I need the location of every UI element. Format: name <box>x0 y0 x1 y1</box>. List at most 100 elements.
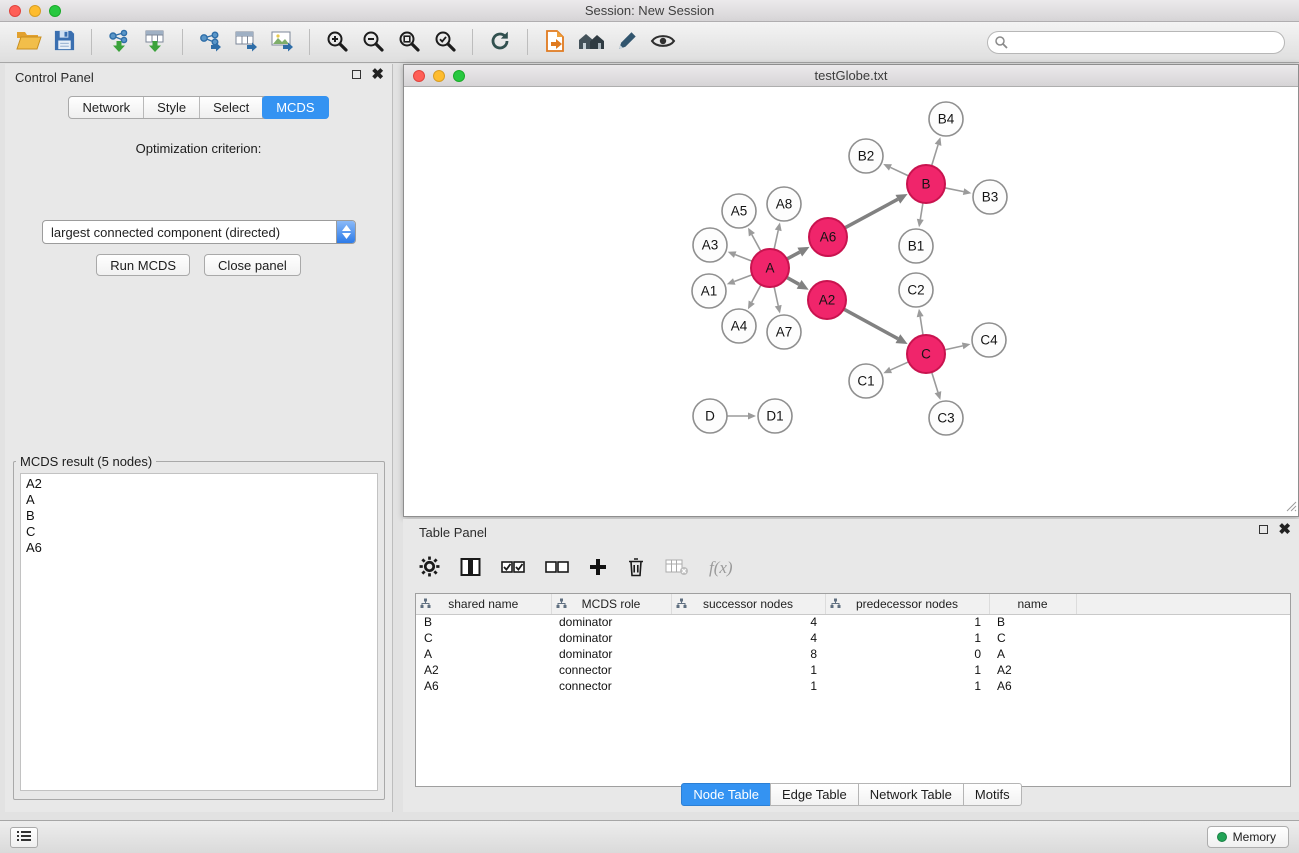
cell-mcds-role[interactable]: connector <box>551 678 671 694</box>
mcds-result-list[interactable]: A2 A B C A6 <box>20 473 378 791</box>
graph-node-D1[interactable]: D1 <box>758 399 792 433</box>
graph-edge-B-B1[interactable] <box>920 203 923 220</box>
table-row[interactable]: B dominator 4 1 B <box>416 614 1290 630</box>
graph-edge-A-A8[interactable] <box>774 230 778 249</box>
cell-predecessor-nodes[interactable]: 1 <box>825 678 989 694</box>
cell-name[interactable]: B <box>989 614 1076 630</box>
graph-node-C2[interactable]: C2 <box>899 273 933 307</box>
cell-shared-name[interactable]: A2 <box>416 662 551 678</box>
cell-name[interactable]: A2 <box>989 662 1076 678</box>
zoom-out-button[interactable] <box>355 26 391 58</box>
open-session-button[interactable] <box>10 26 46 58</box>
task-history-button[interactable] <box>10 827 38 848</box>
tab-network-table[interactable]: Network Table <box>858 783 964 806</box>
network-canvas[interactable]: B4B2BB3A5A8A6B1A3AC2A1A2A4A7C4CC1C3DD1 <box>404 87 1298 516</box>
cell-mcds-role[interactable]: connector <box>551 662 671 678</box>
show-columns-button[interactable] <box>460 557 481 580</box>
cell-name[interactable]: A6 <box>989 678 1076 694</box>
graph-edge-A-A7[interactable] <box>774 287 778 306</box>
graph-edge-B-B2[interactable] <box>890 167 908 176</box>
column-header-predecessor-nodes[interactable]: predecessor nodes <box>825 594 989 614</box>
graph-node-D[interactable]: D <box>693 399 727 433</box>
create-column-button[interactable] <box>589 558 607 579</box>
cell-successor-nodes[interactable]: 1 <box>671 678 825 694</box>
import-network-button[interactable] <box>101 26 137 58</box>
graph-edge-C-C3[interactable] <box>932 372 938 392</box>
import-table-button[interactable] <box>137 26 173 58</box>
zoom-in-button[interactable] <box>319 26 355 58</box>
close-panel-icon[interactable]: ✖ <box>1278 524 1291 535</box>
cell-shared-name[interactable]: C <box>416 630 551 646</box>
graph-edge-A2-C[interactable] <box>844 309 898 339</box>
zoom-window-button[interactable] <box>49 5 61 17</box>
tab-node-table[interactable]: Node Table <box>681 783 771 806</box>
export-network-button[interactable] <box>192 26 228 58</box>
tab-style[interactable]: Style <box>144 97 200 118</box>
tab-edge-table[interactable]: Edge Table <box>770 783 859 806</box>
cell-name[interactable]: C <box>989 630 1076 646</box>
graph-node-C[interactable]: C <box>907 335 945 373</box>
cell-predecessor-nodes[interactable]: 1 <box>825 662 989 678</box>
graph-node-B1[interactable]: B1 <box>899 229 933 263</box>
export-table-button[interactable] <box>228 26 264 58</box>
graph-edge-A-A5[interactable] <box>752 235 761 252</box>
cell-shared-name[interactable]: A6 <box>416 678 551 694</box>
memory-button[interactable]: Memory <box>1207 826 1289 848</box>
tab-select[interactable]: Select <box>200 97 263 118</box>
graph-edge-C-C2[interactable] <box>920 317 923 336</box>
graph-node-C1[interactable]: C1 <box>849 364 883 398</box>
delete-column-button[interactable] <box>627 557 645 580</box>
table-row[interactable]: A dominator 8 0 A <box>416 646 1290 662</box>
close-panel-icon[interactable]: ✖ <box>371 69 384 80</box>
resize-grip[interactable] <box>1285 500 1297 515</box>
column-header-mcds-role[interactable]: MCDS role <box>551 594 671 614</box>
run-mcds-button[interactable]: Run MCDS <box>96 254 190 276</box>
table-row[interactable]: A6 connector 1 1 A6 <box>416 678 1290 694</box>
graph-node-A1[interactable]: A1 <box>692 274 726 308</box>
cell-name[interactable]: A <box>989 646 1076 662</box>
graph-edge-A-A1[interactable] <box>734 275 752 282</box>
graph-node-C3[interactable]: C3 <box>929 401 963 435</box>
graph-edge-B-B3[interactable] <box>945 188 964 192</box>
network-minimize-button[interactable] <box>433 70 445 82</box>
table-row[interactable]: C dominator 4 1 C <box>416 630 1290 646</box>
cell-successor-nodes[interactable]: 8 <box>671 646 825 662</box>
cell-successor-nodes[interactable]: 4 <box>671 630 825 646</box>
graph-node-A2[interactable]: A2 <box>808 281 846 319</box>
close-panel-button[interactable]: Close panel <box>204 254 301 276</box>
cell-shared-name[interactable]: B <box>416 614 551 630</box>
table-row[interactable]: A2 connector 1 1 A2 <box>416 662 1290 678</box>
save-session-button[interactable] <box>46 26 82 58</box>
graph-edge-C-C1[interactable] <box>891 362 909 370</box>
search-input[interactable] <box>987 31 1285 54</box>
graph-edge-A-A3[interactable] <box>735 255 752 262</box>
cell-mcds-role[interactable]: dominator <box>551 630 671 646</box>
graph-node-A4[interactable]: A4 <box>722 309 756 343</box>
float-panel-icon[interactable] <box>1259 525 1268 534</box>
cell-predecessor-nodes[interactable]: 1 <box>825 614 989 630</box>
zoom-fit-button[interactable] <box>391 26 427 58</box>
cell-mcds-role[interactable]: dominator <box>551 614 671 630</box>
cell-predecessor-nodes[interactable]: 1 <box>825 630 989 646</box>
tab-network[interactable]: Network <box>69 97 144 118</box>
show-panels-button[interactable] <box>573 26 609 58</box>
graph-edge-A-A2[interactable] <box>787 277 800 284</box>
close-window-button[interactable] <box>9 5 21 17</box>
cell-successor-nodes[interactable]: 1 <box>671 662 825 678</box>
float-panel-icon[interactable] <box>352 70 361 79</box>
apply-style-button[interactable] <box>609 26 645 58</box>
network-close-button[interactable] <box>413 70 425 82</box>
table-settings-button[interactable] <box>419 556 440 580</box>
graph-node-A5[interactable]: A5 <box>722 194 756 228</box>
graph-edge-B-B4[interactable] <box>932 145 938 166</box>
graph-node-B[interactable]: B <box>907 165 945 203</box>
column-header-name[interactable]: name <box>989 594 1076 614</box>
graph-edge-C-C4[interactable] <box>945 346 963 350</box>
optimization-criterion-dropdown[interactable]: largest connected component (directed) <box>42 220 356 244</box>
first-neighbors-button[interactable] <box>537 26 573 58</box>
graph-node-B2[interactable]: B2 <box>849 139 883 173</box>
select-all-columns-button[interactable] <box>501 559 525 578</box>
graph-node-C4[interactable]: C4 <box>972 323 1006 357</box>
graph-node-A7[interactable]: A7 <box>767 315 801 349</box>
tab-mcds[interactable]: MCDS <box>262 96 328 119</box>
